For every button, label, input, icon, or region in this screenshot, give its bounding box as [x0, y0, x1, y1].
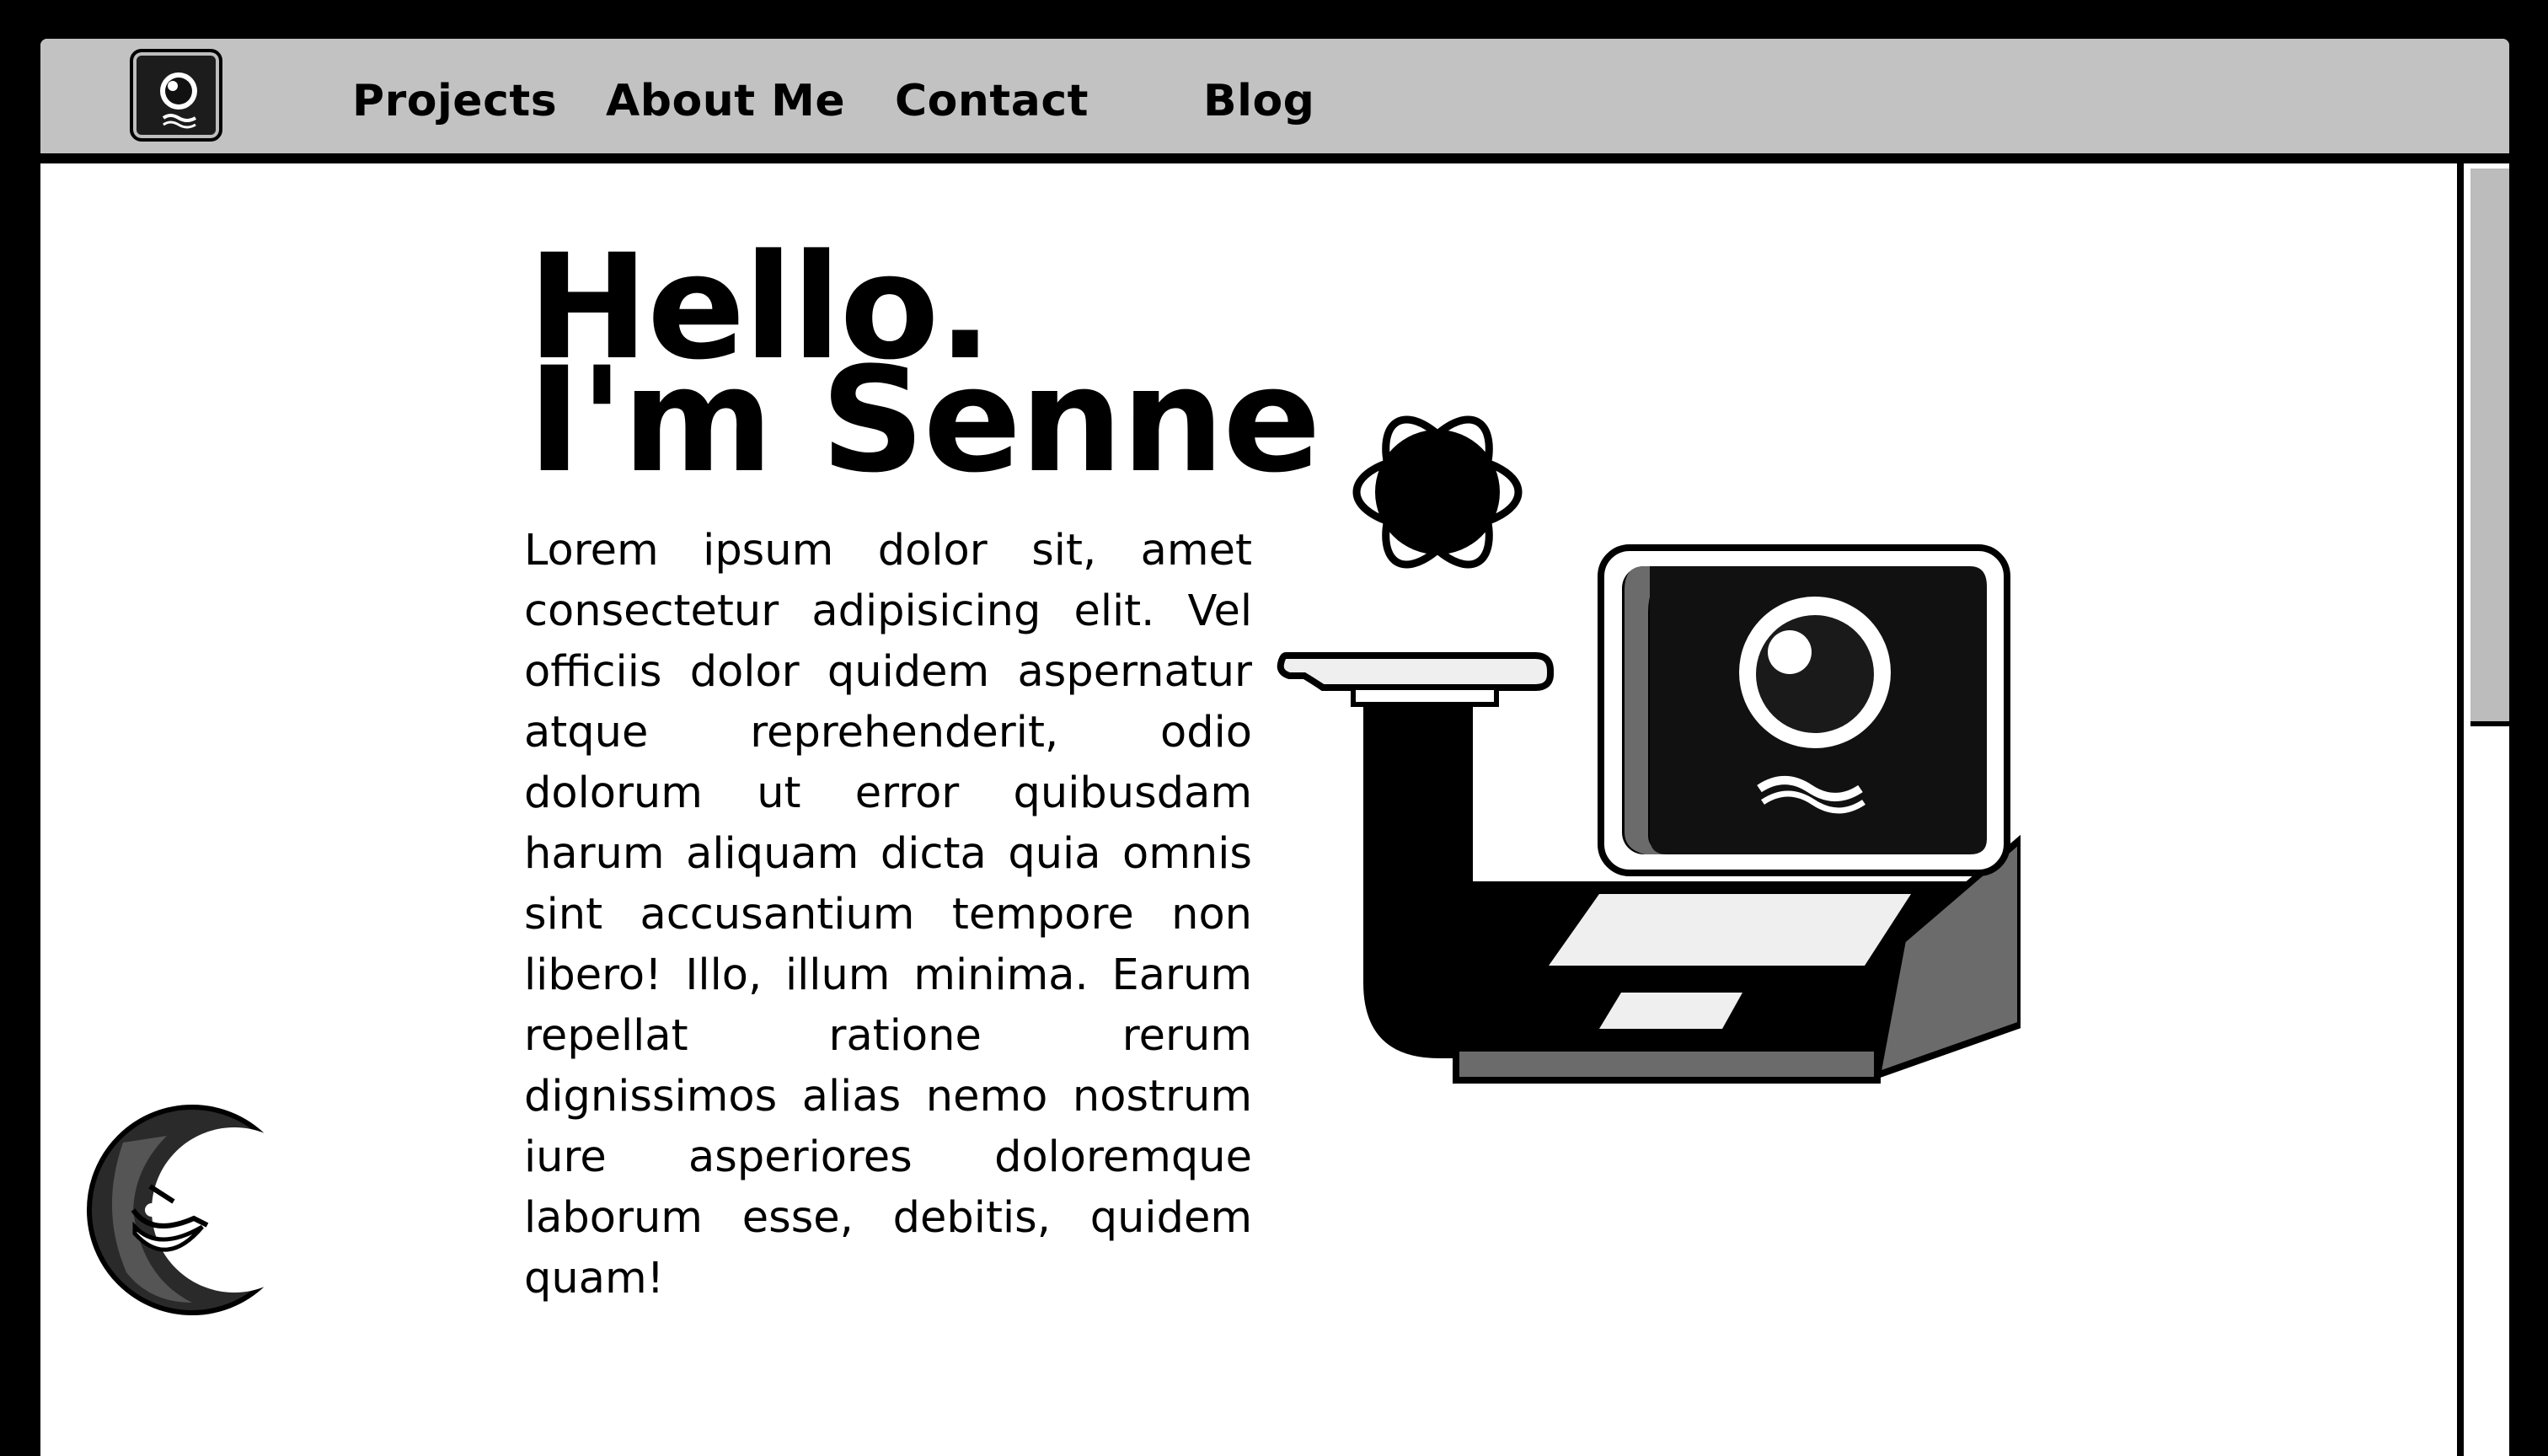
scrollbar-thumb[interactable] — [2470, 169, 2509, 726]
computer-character-holding-atom-icon — [1277, 415, 2021, 1084]
nav-about-me[interactable]: About Me — [606, 76, 845, 126]
grinning-moon-icon[interactable] — [74, 1092, 310, 1328]
hero-paragraph: Lorem ipsum dolor sit, amet consectetur … — [524, 526, 1252, 1303]
browser-window: Projects About Me Contact Blog Hello. I'… — [40, 39, 2509, 1456]
navbar: Projects About Me Contact Blog — [40, 39, 2509, 163]
nav-blog[interactable]: Blog — [1203, 76, 1314, 126]
hero-title-line-2: I'm Senne — [527, 335, 1321, 505]
eye-face-logo-icon — [160, 72, 197, 129]
hero-title: Hello. I'm Senne — [527, 235, 1321, 505]
home-logo[interactable] — [130, 49, 222, 142]
nav-projects[interactable]: Projects — [352, 76, 557, 126]
nav-contact[interactable]: Contact — [895, 76, 1089, 126]
scrollbar[interactable] — [2457, 163, 2509, 1456]
